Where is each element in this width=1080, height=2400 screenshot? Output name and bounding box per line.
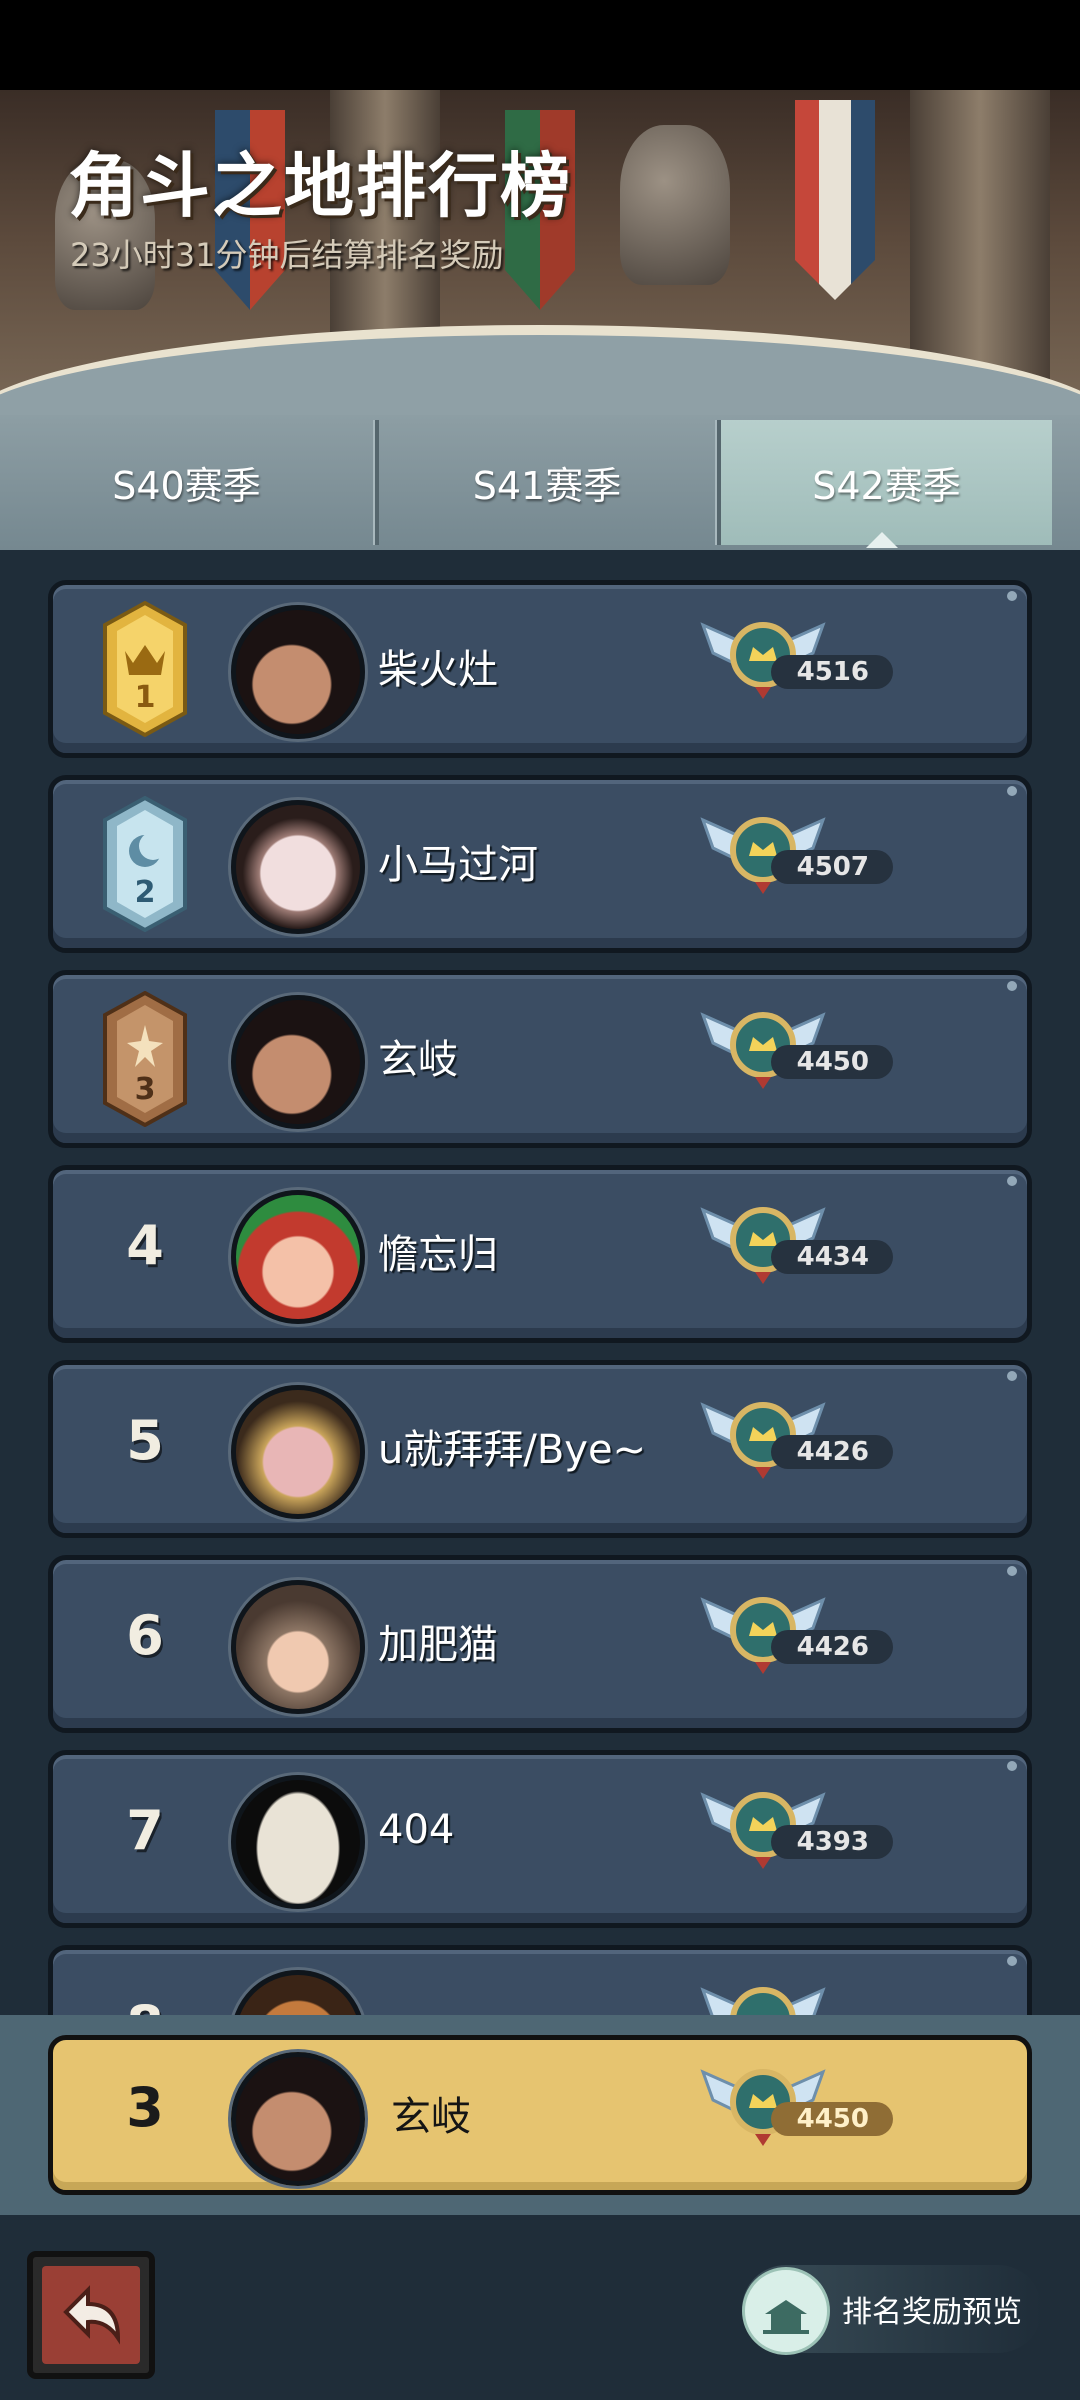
reward-preview-label: 排名奖励预览 bbox=[842, 2295, 1022, 2330]
page-title: 角斗之地排行榜 bbox=[68, 145, 572, 227]
avatar[interactable] bbox=[231, 1385, 365, 1519]
player-name: 玄岐 bbox=[378, 1037, 458, 1083]
avatar[interactable] bbox=[231, 800, 365, 934]
back-button[interactable] bbox=[26, 2250, 156, 2380]
svg-text:2: 2 bbox=[135, 875, 156, 910]
score-value: 4516 bbox=[771, 655, 893, 689]
my-avatar[interactable] bbox=[231, 2052, 365, 2186]
rank-number: 4 bbox=[126, 1214, 164, 1277]
leaderboard-row[interactable]: 3 玄岐 4450 bbox=[48, 970, 1032, 1148]
bronze-rank-badge-icon: 3 bbox=[103, 991, 187, 1127]
rank-number: 6 bbox=[126, 1604, 164, 1667]
tab-label: S42赛季 bbox=[812, 464, 961, 508]
score-value: 4450 bbox=[771, 1045, 893, 1079]
rank-number: 7 bbox=[126, 1799, 164, 1862]
bottom-bar: 排名奖励预览 bbox=[0, 2215, 1080, 2400]
reward-chest-icon bbox=[742, 2267, 830, 2355]
settlement-countdown: 23小时31分钟后结算排名奖励 bbox=[70, 236, 504, 274]
avatar[interactable] bbox=[231, 1775, 365, 1909]
tab-s41[interactable]: S41赛季 bbox=[379, 420, 715, 545]
my-player-name: 玄岐 bbox=[391, 2094, 471, 2140]
player-name: 404 bbox=[378, 1807, 455, 1853]
header-banner: 角斗之地排行榜 23小时31分钟后结算排名奖励 bbox=[0, 90, 1080, 420]
score-value: 4507 bbox=[771, 850, 893, 884]
gold-rank-badge-icon: 1 bbox=[103, 601, 187, 737]
my-rank-row[interactable]: 3 玄岐 4450 bbox=[48, 2035, 1032, 2195]
tab-s42[interactable]: S42赛季 bbox=[721, 420, 1052, 545]
rank-number: 8 bbox=[105, 1994, 185, 2015]
my-rank-number: 3 bbox=[126, 2076, 164, 2139]
player-name: 柴火灶 bbox=[378, 647, 498, 693]
tab-label: S40赛季 bbox=[112, 464, 261, 508]
silver-rank-badge-icon: 2 bbox=[103, 796, 187, 932]
leaderboard-row[interactable]: 4 憺忘归 4434 bbox=[48, 1165, 1032, 1343]
active-tab-caret-icon bbox=[866, 532, 898, 548]
tab-s40[interactable]: S40赛季 bbox=[0, 420, 373, 545]
reward-preview-button[interactable]: 排名奖励预览 bbox=[742, 2265, 1042, 2355]
avatar[interactable] bbox=[231, 1580, 365, 1714]
leaderboard-row[interactable]: 6 加肥猫 4426 bbox=[48, 1555, 1032, 1733]
status-bar bbox=[0, 0, 1080, 90]
leaderboard-row[interactable]: 1 柴火灶 4516 bbox=[48, 580, 1032, 758]
player-name: 憺忘归 bbox=[378, 1232, 498, 1278]
tab-label: S41赛季 bbox=[472, 464, 622, 508]
svg-text:3: 3 bbox=[135, 1072, 156, 1107]
leaderboard-row[interactable]: 2 小马过河 4507 bbox=[48, 775, 1032, 953]
player-name: 小马过河 bbox=[378, 842, 538, 888]
knight-helmet-decoration bbox=[620, 125, 730, 285]
flag-decoration bbox=[795, 100, 875, 300]
avatar[interactable] bbox=[231, 995, 365, 1129]
season-tabs: S40赛季 S41赛季 S42赛季 bbox=[0, 415, 1080, 550]
avatar[interactable] bbox=[231, 1970, 365, 2015]
avatar[interactable] bbox=[231, 605, 365, 739]
avatar[interactable] bbox=[231, 1190, 365, 1324]
leaderboard-row[interactable]: 7 404 4393 bbox=[48, 1750, 1032, 1928]
score-value: 4426 bbox=[771, 1435, 893, 1469]
my-rank-bar: 3 玄岐 4450 bbox=[0, 2015, 1080, 2215]
leaderboard-row[interactable]: 5 u就拜拜/Bye~ 4426 bbox=[48, 1360, 1032, 1538]
leaderboard-row[interactable]: 8 bbox=[48, 1945, 1032, 2015]
my-score-value: 4450 bbox=[771, 2102, 893, 2136]
score-value: 4426 bbox=[771, 1630, 893, 1664]
svg-text:1: 1 bbox=[135, 680, 156, 715]
player-name: 加肥猫 bbox=[378, 1622, 498, 1668]
leaderboard-list[interactable]: 1 柴火灶 4516 2 小马过河 4507 3 玄岐 4450 4 憺忘归 4… bbox=[0, 550, 1080, 2015]
winged-crown-icon bbox=[700, 1987, 826, 2015]
player-name: u就拜拜/Bye~ bbox=[378, 1427, 647, 1473]
rank-number: 5 bbox=[126, 1409, 164, 1472]
score-value: 4393 bbox=[771, 1825, 893, 1859]
score-value: 4434 bbox=[771, 1240, 893, 1274]
